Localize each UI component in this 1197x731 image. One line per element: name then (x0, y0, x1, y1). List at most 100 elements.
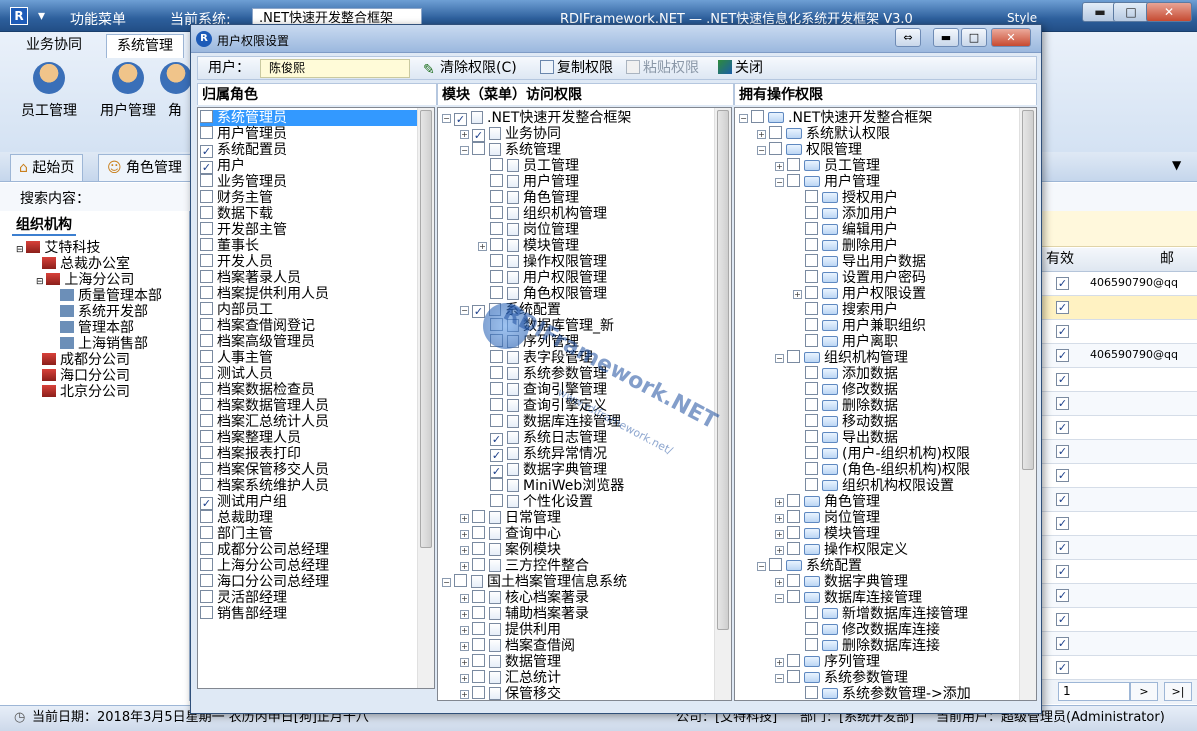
role-checkbox[interactable] (200, 446, 213, 459)
permission-node[interactable]: − 用户管理 (739, 174, 1017, 190)
permission-checkbox[interactable] (805, 286, 818, 299)
ribbon-tab-business[interactable]: 业务协同 (16, 34, 92, 58)
valid-checkbox[interactable]: ✓ (1056, 493, 1069, 506)
permission-node[interactable]: 组织机构权限设置 (739, 478, 1017, 494)
tree-expander-icon[interactable]: + (775, 514, 784, 523)
permission-checkbox[interactable] (805, 686, 818, 699)
module-node[interactable]: 角色管理 (442, 190, 712, 206)
permission-checkbox[interactable] (787, 510, 800, 523)
role-item[interactable]: 董事长 (200, 238, 418, 254)
role-item[interactable]: 内部员工 (200, 302, 418, 318)
permission-checkbox[interactable] (805, 206, 818, 219)
permission-checkbox[interactable] (805, 222, 818, 235)
valid-checkbox[interactable]: ✓ (1056, 277, 1069, 290)
permission-node[interactable]: 用户离职 (739, 334, 1017, 350)
module-checkbox[interactable] (490, 350, 503, 363)
last-page-button[interactable]: >| (1164, 682, 1192, 701)
tree-expander-icon[interactable]: + (793, 290, 802, 299)
permission-node[interactable]: + 用户权限设置 (739, 286, 1017, 302)
role-checkbox[interactable] (200, 526, 213, 539)
tree-expander-icon[interactable]: + (775, 530, 784, 539)
role-item[interactable]: 用户管理员 (200, 126, 418, 142)
role-item[interactable]: 成都分公司总经理 (200, 542, 418, 558)
role-item[interactable]: 系统管理员 (200, 110, 418, 126)
permission-node[interactable]: 移动数据 (739, 414, 1017, 430)
ribbon-tab-system[interactable]: 系统管理 (106, 34, 184, 58)
permission-checkbox[interactable] (769, 558, 782, 571)
dialog-maximize-button[interactable]: □ (961, 28, 987, 47)
tree-expander-icon[interactable]: + (775, 658, 784, 667)
permission-node[interactable]: 系统参数管理->添加 (739, 686, 1017, 700)
role-item[interactable]: 销售部经理 (200, 606, 418, 622)
role-checkbox[interactable] (200, 222, 213, 235)
permission-node[interactable]: (角色-组织机构)权限 (739, 462, 1017, 478)
role-item[interactable]: 档案著录人员 (200, 270, 418, 286)
permission-node[interactable]: + 模块管理 (739, 526, 1017, 542)
module-node[interactable]: MiniWeb浏览器 (442, 478, 712, 494)
role-checkbox[interactable] (200, 110, 213, 123)
table-row[interactable]: ✓ 406590790@qq (1040, 272, 1197, 296)
valid-checkbox[interactable]: ✓ (1056, 397, 1069, 410)
permission-node[interactable]: 搜索用户 (739, 302, 1017, 318)
role-checkbox[interactable]: ✓ (200, 497, 213, 510)
module-node[interactable]: + ✓ 业务协同 (442, 126, 712, 142)
paste-permission-button[interactable]: 粘贴权限 (626, 57, 699, 79)
module-checkbox[interactable] (490, 366, 503, 379)
role-item[interactable]: ✓ 系统配置员 (200, 142, 418, 158)
permission-checkbox[interactable] (751, 110, 764, 123)
permission-checkbox[interactable] (805, 334, 818, 347)
module-checkbox[interactable] (490, 206, 503, 219)
module-checkbox[interactable] (472, 542, 485, 555)
style-menu[interactable]: Style (1007, 11, 1037, 25)
permission-checkbox[interactable] (805, 270, 818, 283)
tree-expander-icon[interactable]: + (460, 658, 469, 667)
module-checkbox[interactable] (472, 510, 485, 523)
role-item[interactable]: 开发部主管 (200, 222, 418, 238)
permission-node[interactable]: − 系统参数管理 (739, 670, 1017, 686)
copy-permission-button[interactable]: 复制权限 (540, 57, 613, 79)
employee-management-button[interactable]: 员工管理 (12, 62, 86, 120)
role-checkbox[interactable] (200, 302, 213, 315)
role-item[interactable]: 上海分公司总经理 (200, 558, 418, 574)
module-node[interactable]: 操作权限管理 (442, 254, 712, 270)
table-row[interactable]: ✓ (1040, 440, 1197, 464)
valid-checkbox[interactable]: ✓ (1056, 325, 1069, 338)
permission-node[interactable]: 添加用户 (739, 206, 1017, 222)
role-item[interactable]: 档案数据管理人员 (200, 398, 418, 414)
permission-node[interactable]: + 数据字典管理 (739, 574, 1017, 590)
tree-expander-icon[interactable]: + (460, 514, 469, 523)
tree-expander-icon[interactable]: + (775, 162, 784, 171)
permission-node[interactable]: 修改数据 (739, 382, 1017, 398)
table-row[interactable]: ✓ (1040, 392, 1197, 416)
permission-node[interactable]: 删除数据 (739, 398, 1017, 414)
table-row[interactable]: ✓ (1040, 512, 1197, 536)
module-checkbox[interactable] (472, 654, 485, 667)
app-logo-icon[interactable]: R (10, 7, 28, 25)
tree-expander-icon[interactable]: + (757, 130, 766, 139)
role-checkbox[interactable] (200, 430, 213, 443)
permission-node[interactable]: + 员工管理 (739, 158, 1017, 174)
permission-checkbox[interactable] (805, 606, 818, 619)
maximize-button[interactable]: □ (1113, 2, 1149, 22)
tree-expander-icon[interactable]: + (775, 546, 784, 555)
permission-node[interactable]: (用户-组织机构)权限 (739, 446, 1017, 462)
table-row[interactable]: ✓ (1040, 296, 1197, 320)
valid-checkbox[interactable]: ✓ (1056, 373, 1069, 386)
role-checkbox[interactable] (200, 270, 213, 283)
tree-expander-icon[interactable]: + (775, 578, 784, 587)
module-checkbox[interactable] (490, 382, 503, 395)
module-node[interactable]: + 汇总统计 (442, 670, 712, 686)
permission-checkbox[interactable] (805, 430, 818, 443)
table-row[interactable]: ✓ (1040, 536, 1197, 560)
tree-expander-icon[interactable]: + (460, 546, 469, 555)
module-checkbox[interactable] (490, 270, 503, 283)
grid-header-valid[interactable]: 有效 (1040, 251, 1074, 267)
role-checkbox[interactable] (200, 462, 213, 475)
role-item[interactable]: 档案数据检查员 (200, 382, 418, 398)
tree-expander-icon[interactable]: + (775, 498, 784, 507)
role-item[interactable]: 档案高级管理员 (200, 334, 418, 350)
permission-node[interactable]: 编辑用户 (739, 222, 1017, 238)
permission-node[interactable]: 导出数据 (739, 430, 1017, 446)
permission-checkbox[interactable] (787, 542, 800, 555)
role-checkbox[interactable] (200, 350, 213, 363)
